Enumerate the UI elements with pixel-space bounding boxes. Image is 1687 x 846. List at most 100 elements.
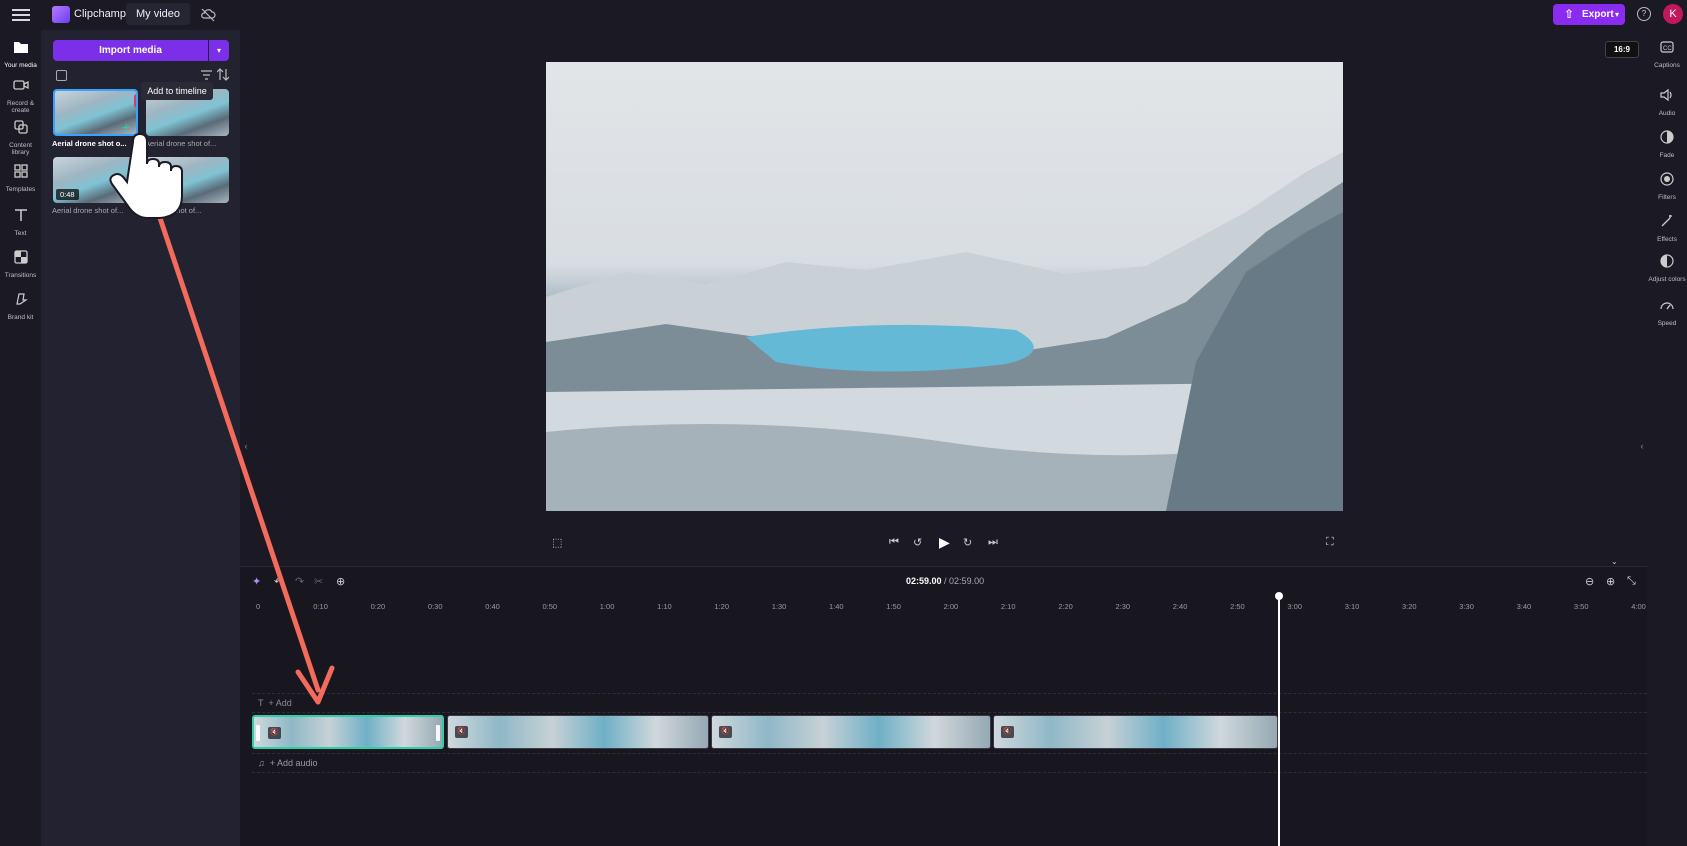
play-icon[interactable]: ▶ [939, 534, 950, 551]
media-caption: Aerial drone shot of... [145, 139, 217, 148]
redo-icon[interactable]: ↷ [295, 575, 304, 588]
tool-captions[interactable]: CC Captions [1647, 40, 1687, 69]
screenshot-icon[interactable]: ⬚ [552, 536, 562, 549]
tool-label: Adjust colors [1648, 276, 1686, 283]
ruler-tick: 1:00 [599, 602, 615, 611]
tool-adjust-colors[interactable]: Adjust colors [1647, 254, 1687, 283]
timeline-toolbar: ✦ ↶ ↷ ✂ ⊕ 02:59.00 / 02:59.00 ⊖ ⊕ ⤡ [240, 567, 1647, 597]
timecode: 02:59.00 / 02:59.00 [906, 576, 984, 586]
collapse-timeline-icon[interactable]: ⌄ [1611, 557, 1618, 566]
skip-forward-icon[interactable]: ⏭ [988, 536, 998, 549]
collapse-left-panel-icon[interactable]: ‹ [240, 434, 252, 458]
menu-icon[interactable] [12, 6, 30, 22]
add-to-track-icon[interactable]: ⊕ [336, 575, 345, 588]
import-media-button[interactable]: Import media [53, 40, 208, 61]
help-icon[interactable]: ? [1637, 7, 1651, 21]
media-item[interactable] [53, 89, 138, 136]
fit-timeline-icon[interactable]: ⤡ [1627, 575, 1636, 588]
brand-kit-icon [15, 293, 28, 305]
video-clip[interactable]: 🔇 [711, 715, 991, 749]
upload-icon: ⇧ [1564, 7, 1575, 21]
nav-templates[interactable]: Templates [0, 164, 41, 193]
skip-back-icon[interactable]: ⏮ [889, 536, 899, 549]
rewind-5s-icon[interactable]: ↺ [913, 536, 922, 549]
ruler-tick: 0:10 [313, 602, 328, 611]
thumbnail-image [55, 91, 136, 134]
tool-audio[interactable]: Audio [1647, 88, 1687, 117]
transitions-icon [13, 250, 28, 264]
export-button[interactable]: ⇧ Export ▾ [1553, 4, 1625, 25]
ruler-tick: 3:20 [1402, 602, 1417, 611]
mute-icon[interactable]: 🔇 [455, 726, 468, 738]
tool-label: Fade [1659, 152, 1675, 159]
zoom-out-icon[interactable]: ⊖ [1585, 575, 1594, 588]
fade-icon [1660, 130, 1674, 144]
mute-icon[interactable]: 🔇 [719, 726, 732, 738]
right-properties-rail: CC Captions Audio Fade Filters Effects A… [1647, 30, 1687, 846]
nav-your-media[interactable]: Your media [0, 40, 41, 69]
nav-label: Brand kit [7, 314, 34, 321]
top-bar: Clipchamp My video ⇧ Export ▾ ? K [0, 0, 1687, 30]
total-time: / 02:59.00 [944, 576, 985, 586]
ruler-tick: 2:50 [1230, 602, 1245, 611]
avatar[interactable]: K [1663, 4, 1683, 24]
captions-icon: CC [1660, 41, 1674, 53]
text-track[interactable]: T + Add [252, 693, 1647, 713]
ruler-tick: 1:20 [714, 602, 729, 611]
tool-fade[interactable]: Fade [1647, 130, 1687, 159]
timeline-panel: ✦ ↶ ↷ ✂ ⊕ 02:59.00 / 02:59.00 ⊖ ⊕ ⤡ 0 0:1… [240, 566, 1647, 846]
aspect-ratio-button[interactable]: 16:9 [1605, 41, 1639, 58]
nav-label: Content library [9, 142, 32, 156]
mute-icon[interactable]: 🔇 [1001, 726, 1014, 738]
tool-label: Audio [1658, 110, 1676, 117]
ruler-tick: 1:40 [829, 602, 844, 611]
current-time: 02:59.00 [906, 576, 942, 586]
clipchamp-logo-icon [52, 6, 70, 23]
tool-filters[interactable]: Filters [1647, 172, 1687, 201]
select-all-checkbox[interactable] [56, 70, 67, 81]
zoom-in-icon[interactable]: ⊕ [1606, 575, 1615, 588]
nav-brand-kit[interactable]: Brand kit [0, 292, 41, 321]
ruler-tick: 0:30 [427, 602, 443, 611]
tool-speed[interactable]: Speed [1647, 298, 1687, 327]
speed-icon [1660, 302, 1674, 310]
time-ruler[interactable]: 0 0:10 0:20 0:30 0:40 0:50 1:00 1:10 1:20 1:30 1:4… [240, 597, 1647, 617]
delete-icon[interactable] [134, 94, 136, 108]
nav-record-create[interactable]: Record & create [0, 78, 41, 114]
media-caption: Aerial drone shot o... [52, 139, 127, 148]
playhead[interactable] [1278, 596, 1280, 846]
tool-effects[interactable]: Effects [1647, 214, 1687, 243]
video-clip[interactable]: 🔇 [993, 715, 1278, 749]
ruler-tick: 1:10 [657, 602, 672, 611]
nav-label: Your media [4, 62, 37, 69]
trim-handle-left[interactable] [256, 725, 260, 741]
export-label: Export [1582, 9, 1614, 20]
ruler-tick: 2:30 [1115, 602, 1131, 611]
nav-transitions[interactable]: Transitions [0, 250, 41, 279]
ruler-tick: 4:00 [1631, 602, 1646, 611]
undo-icon[interactable]: ↶ [274, 575, 283, 588]
ruler-tick: 1:50 [886, 602, 901, 611]
sort-icon[interactable] [217, 68, 229, 81]
chevron-down-icon: ▾ [1614, 10, 1619, 19]
app-name: Clipchamp [74, 8, 126, 20]
project-title-input[interactable]: My video [126, 3, 190, 25]
nav-label: Record & create [6, 100, 35, 114]
magic-icon[interactable]: ✦ [252, 575, 261, 588]
media-item[interactable] [146, 157, 229, 203]
filter-icon[interactable] [201, 70, 212, 80]
fullscreen-icon[interactable]: ⛶ [1326, 536, 1334, 549]
nav-text[interactable]: Text [0, 208, 41, 237]
audio-track[interactable]: ♫ + Add audio [252, 753, 1647, 773]
video-clip[interactable]: 🔇 [252, 715, 444, 749]
mute-icon[interactable]: 🔇 [268, 727, 281, 739]
split-icon[interactable]: ✂ [314, 575, 323, 588]
import-options-dropdown[interactable]: ▾ [209, 40, 229, 61]
ruler-tick: 1:30 [771, 602, 787, 611]
video-clip[interactable]: 🔇 [447, 715, 709, 749]
nav-content-library[interactable]: Content library [0, 120, 41, 156]
trim-handle-right[interactable] [436, 725, 440, 741]
cloud-off-icon[interactable] [200, 7, 216, 23]
forward-5s-icon[interactable]: ↻ [963, 536, 972, 549]
media-item[interactable]: 0:48 [53, 157, 138, 203]
